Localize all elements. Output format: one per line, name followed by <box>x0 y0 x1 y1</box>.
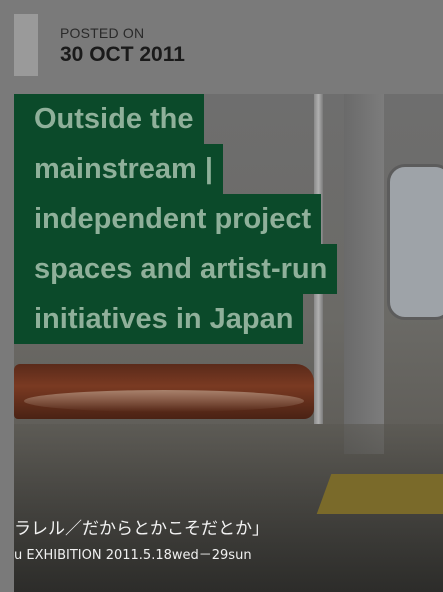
poster-text-line-2: u EXHIBITION 2011.5.18wed－29sun <box>14 548 252 563</box>
floor-marking <box>316 474 443 514</box>
post-title-line[interactable]: Outside the <box>14 94 204 144</box>
post-meta: POSTED ON 30 OCT 2011 <box>14 14 185 76</box>
post-title-line[interactable]: initiatives in Japan <box>14 294 304 344</box>
train-window <box>387 164 443 320</box>
post-title-line[interactable]: independent project <box>14 194 322 244</box>
posted-on-label: POSTED ON <box>60 25 145 41</box>
posted-on-block: POSTED ON 30 OCT 2011 <box>60 14 185 76</box>
post-title-line[interactable]: mainstream | <box>14 144 223 194</box>
poster-text-line-1: ラレル／だからとかこそだとか」 <box>14 519 269 539</box>
post-date[interactable]: 30 OCT 2011 <box>60 42 185 68</box>
post-title-line[interactable]: spaces and artist-run <box>14 244 338 294</box>
seat-highlight <box>24 390 304 412</box>
post-title[interactable]: Outside the mainstream | independent pro… <box>14 94 374 344</box>
meta-accent-bar <box>14 14 38 76</box>
